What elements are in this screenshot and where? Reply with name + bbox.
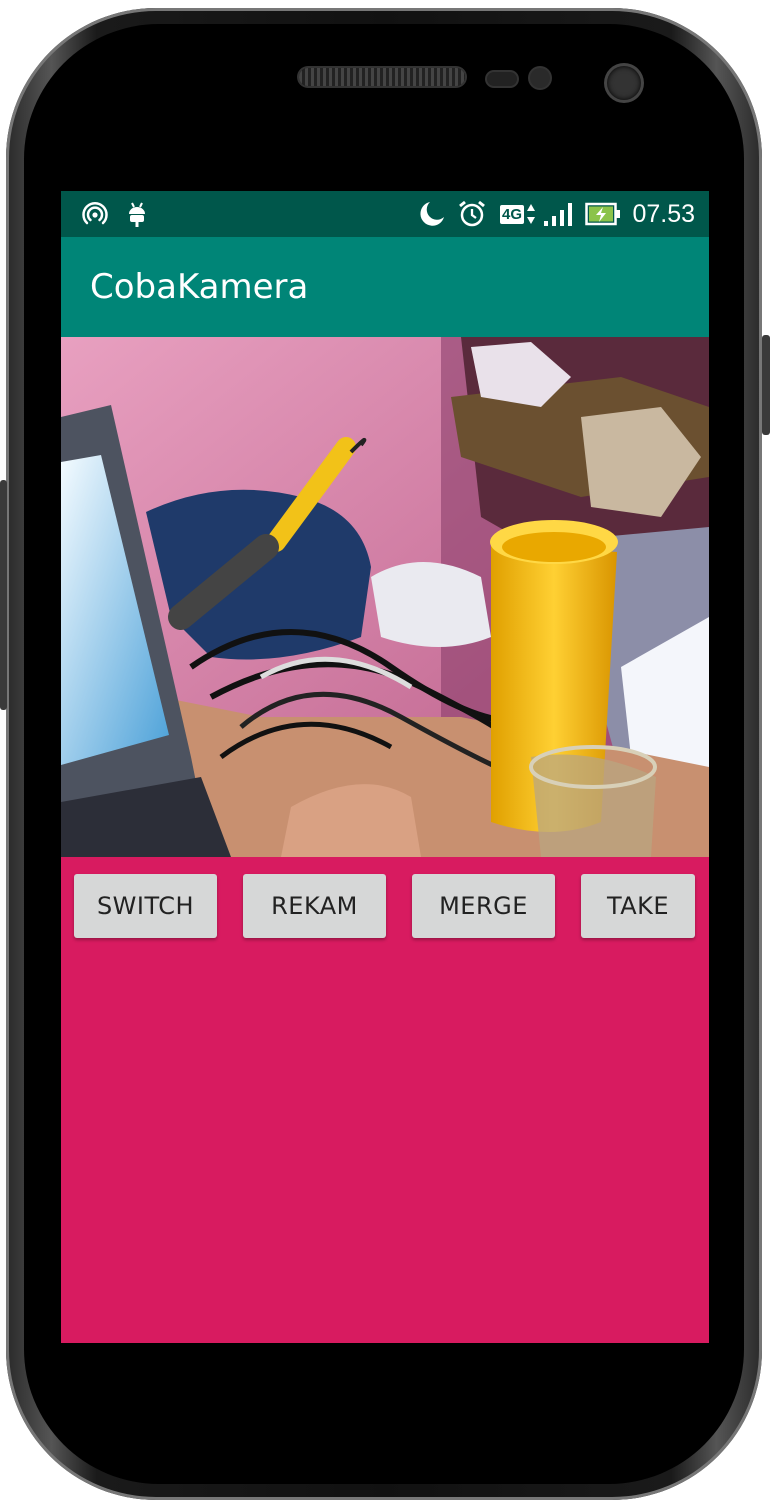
earpiece-speaker — [299, 68, 465, 86]
app-screen: 4G 07.53 CobaKamera SWITCH REKAM MERGE T… — [61, 191, 709, 1343]
status-bar: 4G 07.53 — [61, 191, 709, 237]
volume-button — [0, 480, 7, 710]
network-4g-icon: 4G — [498, 200, 538, 228]
moon-icon — [415, 200, 447, 228]
light-sensor — [530, 68, 550, 88]
app-bar: CobaKamera — [61, 237, 709, 337]
signal-icon — [541, 200, 577, 228]
android-debug-icon — [125, 200, 149, 228]
switch-button[interactable]: SWITCH — [74, 874, 217, 938]
camera-preview[interactable] — [61, 337, 709, 857]
clock-time: 07.53 — [632, 200, 695, 228]
merge-button[interactable]: MERGE — [412, 874, 555, 938]
rekam-button[interactable]: REKAM — [243, 874, 386, 938]
proximity-sensor — [487, 72, 517, 86]
take-button[interactable]: TAKE — [581, 874, 695, 938]
network-label: 4G — [499, 204, 524, 224]
button-row: SWITCH REKAM MERGE TAKE — [61, 874, 709, 938]
battery-charging-icon — [584, 200, 622, 228]
power-button — [762, 335, 770, 435]
app-title: CobaKamera — [90, 267, 309, 307]
front-camera — [607, 66, 641, 100]
hotspot-icon — [81, 200, 109, 228]
alarm-icon — [456, 200, 488, 228]
